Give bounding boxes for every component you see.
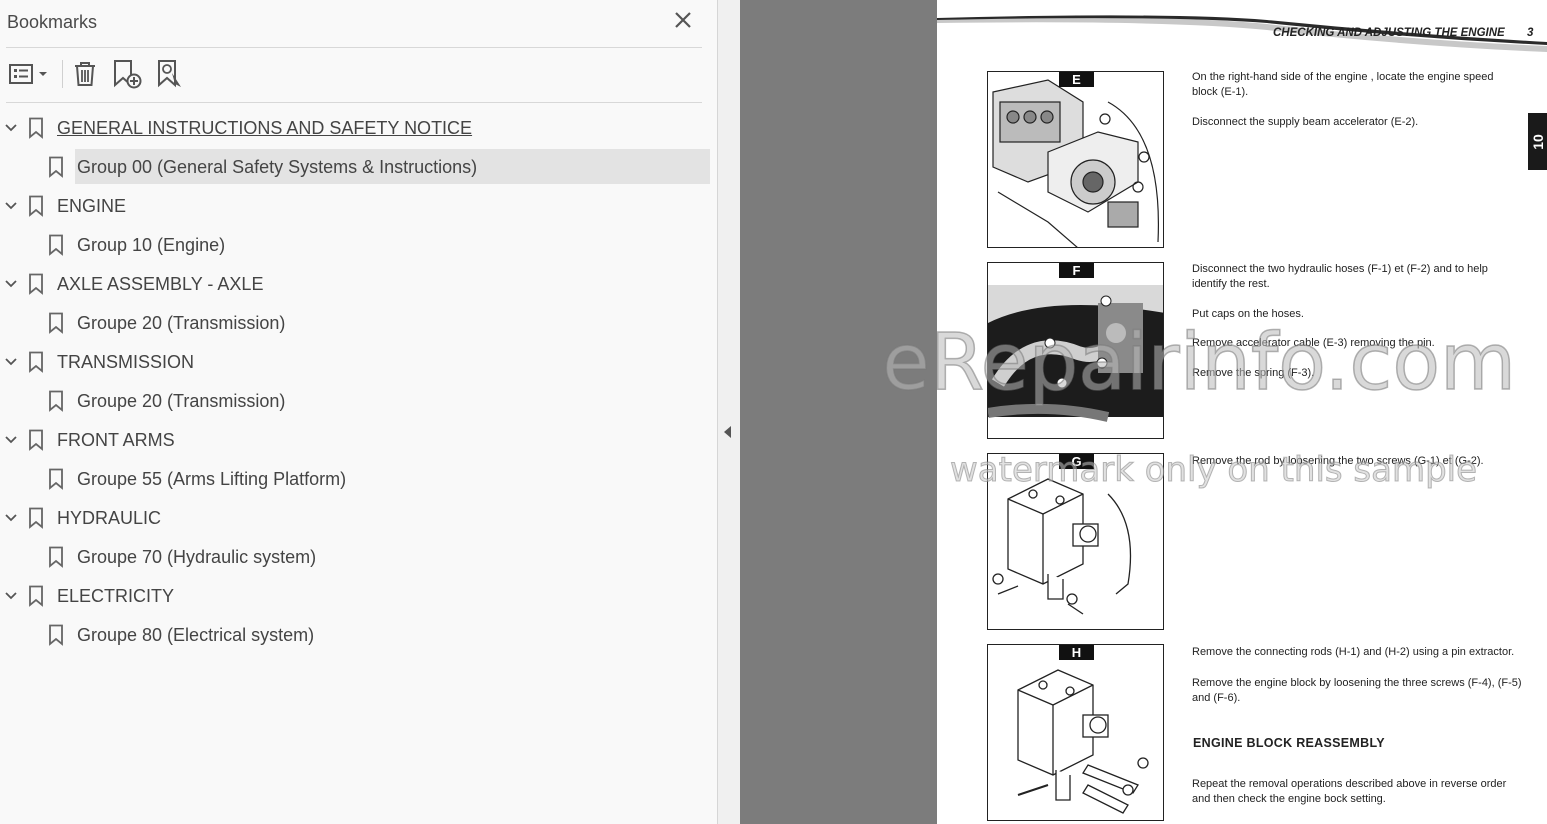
bookmark-label: Groupe 55 (Arms Lifting Platform) — [77, 469, 347, 489]
selection-highlight — [75, 188, 710, 223]
bookmark-section[interactable]: ENGINE — [0, 188, 712, 224]
bookmark-label: Group 00 (General Safety Systems & Instr… — [77, 157, 478, 177]
divider — [6, 102, 702, 103]
paragraph: Remove the rod by loosening the two scre… — [1192, 455, 1484, 467]
connecting-rods-drawing — [1017, 669, 1149, 814]
chevron-down-icon[interactable] — [3, 510, 19, 526]
find-bookmark-icon — [158, 60, 181, 88]
chevron-down-icon[interactable] — [3, 198, 19, 214]
bookmark-label: FRONT ARMS — [57, 430, 175, 450]
bookmark-item[interactable]: Group 00 (General Safety Systems & Instr… — [0, 149, 712, 185]
chevron-down-icon[interactable] — [3, 354, 19, 370]
list-options-icon — [9, 64, 47, 84]
paragraph: On the right-hand side of the engine , l… — [1192, 71, 1494, 98]
bookmark-icon — [28, 117, 44, 139]
paragraph: Disconnect the supply beam accelerator (… — [1192, 116, 1419, 128]
close-panel-button[interactable] — [671, 8, 695, 32]
bookmark-label: HYDRAULIC — [57, 508, 162, 528]
trash-icon — [75, 62, 95, 86]
bookmark-section[interactable]: HYDRAULIC — [0, 500, 712, 536]
paragraph: Disconnect the two hydraulic hoses (F-1)… — [1192, 263, 1488, 290]
bookmark-item[interactable]: Group 10 (Engine) — [0, 227, 712, 263]
bookmark-label: AXLE ASSEMBLY - AXLE — [57, 274, 264, 294]
panel-title: Bookmarks — [7, 12, 98, 32]
bookmark-label: Groupe 80 (Electrical system) — [77, 625, 315, 645]
divider — [6, 47, 702, 48]
document-viewport[interactable]: CHECKING AND ADJUSTING THE ENGINE 3 10 E — [740, 0, 1547, 824]
delete-bookmark-button[interactable] — [70, 58, 100, 90]
bookmark-label: ELECTRICITY — [57, 586, 175, 606]
bookmark-label: Groupe 20 (Transmission) — [77, 391, 286, 411]
bookmarks-panel: Bookmarks GENERAL INSTRUCTIONS AND SAFET… — [0, 0, 718, 824]
add-bookmark-icon — [114, 60, 142, 89]
bookmark-icon — [48, 624, 64, 646]
bookmark-section[interactable]: GENERAL INSTRUCTIONS AND SAFETY NOTICE — [0, 110, 712, 146]
document-page: CHECKING AND ADJUSTING THE ENGINE 3 10 E — [937, 0, 1547, 824]
close-icon — [675, 12, 691, 28]
chevron-down-icon[interactable] — [3, 588, 19, 604]
bookmark-section[interactable]: TRANSMISSION — [0, 344, 712, 380]
bookmark-label: TRANSMISSION — [57, 352, 195, 372]
bookmark-icon — [28, 195, 44, 217]
bookmark-icon — [28, 351, 44, 373]
bookmark-label: ENGINE — [57, 196, 127, 216]
engine-illustration — [992, 79, 1160, 247]
toolbar-divider — [62, 60, 63, 88]
chevron-down-icon[interactable] — [3, 432, 19, 448]
bookmark-section[interactable]: AXLE ASSEMBLY - AXLE — [0, 266, 712, 302]
bookmark-label: Groupe 70 (Hydraulic system) — [77, 547, 317, 567]
page-number: 3 — [1527, 27, 1534, 39]
paragraph: Remove the engine block by loosening the… — [1192, 677, 1522, 704]
hoses-photo — [988, 285, 1163, 422]
paragraph: Remove the spring (F-3). — [1192, 367, 1315, 379]
find-bookmark-button[interactable] — [154, 58, 188, 90]
bookmark-item[interactable]: Groupe 20 (Transmission) — [0, 305, 712, 341]
figure-label: H — [1059, 645, 1094, 660]
section-heading: ENGINE BLOCK REASSEMBLY — [1193, 736, 1385, 750]
paragraph: Repeat the removal operations described … — [1192, 778, 1507, 805]
section-tab-label: 10 — [1529, 133, 1546, 150]
collapse-arrow-icon[interactable] — [724, 426, 731, 438]
paragraph: Remove accelerator cable (E-3) removing … — [1192, 337, 1435, 349]
figure-h: H — [987, 644, 1164, 821]
page-header-title: CHECKING AND ADJUSTING THE ENGINE — [1273, 27, 1505, 39]
bookmark-item[interactable]: Groupe 80 (Electrical system) — [0, 617, 712, 653]
bookmark-section[interactable]: ELECTRICITY — [0, 578, 712, 614]
figure-g: G — [987, 453, 1164, 630]
bookmark-label: GENERAL INSTRUCTIONS AND SAFETY NOTICE — [57, 118, 473, 138]
figure-label: F — [1059, 263, 1094, 278]
bookmark-item[interactable]: Groupe 70 (Hydraulic system) — [0, 539, 712, 575]
selection-highlight — [75, 500, 710, 535]
bookmark-label: Groupe 20 (Transmission) — [77, 313, 286, 333]
bookmark-icon — [28, 429, 44, 451]
paragraph: Remove the connecting rods (H-1) and (H-… — [1192, 646, 1515, 658]
bookmark-section[interactable]: FRONT ARMS — [0, 422, 712, 458]
bookmark-icon — [48, 546, 64, 568]
bookmark-icon — [28, 273, 44, 295]
bookmark-item[interactable]: Groupe 55 (Arms Lifting Platform) — [0, 461, 712, 497]
options-menu-button[interactable] — [6, 58, 52, 90]
bookmark-icon — [48, 312, 64, 334]
bookmark-icon — [48, 468, 64, 490]
panel-splitter[interactable] — [718, 0, 740, 824]
chevron-down-icon[interactable] — [3, 120, 19, 136]
bookmark-label: Group 10 (Engine) — [77, 235, 226, 255]
bookmark-icon — [28, 507, 44, 529]
speed-block-drawing — [992, 478, 1132, 615]
paragraph: Put caps on the hoses. — [1192, 308, 1304, 320]
bookmark-icon — [48, 390, 64, 412]
figure-f: F — [987, 262, 1164, 439]
bookmark-icon — [48, 156, 64, 178]
bookmark-icon — [28, 585, 44, 607]
bookmark-item[interactable]: Groupe 20 (Transmission) — [0, 383, 712, 419]
new-bookmark-button[interactable] — [110, 58, 144, 90]
section-tab: 10 — [1528, 113, 1547, 170]
figure-label: E — [1059, 72, 1094, 87]
figure-label: G — [1059, 454, 1094, 469]
figure-e: E — [987, 71, 1164, 248]
chevron-down-icon[interactable] — [3, 276, 19, 292]
bookmark-icon — [48, 234, 64, 256]
